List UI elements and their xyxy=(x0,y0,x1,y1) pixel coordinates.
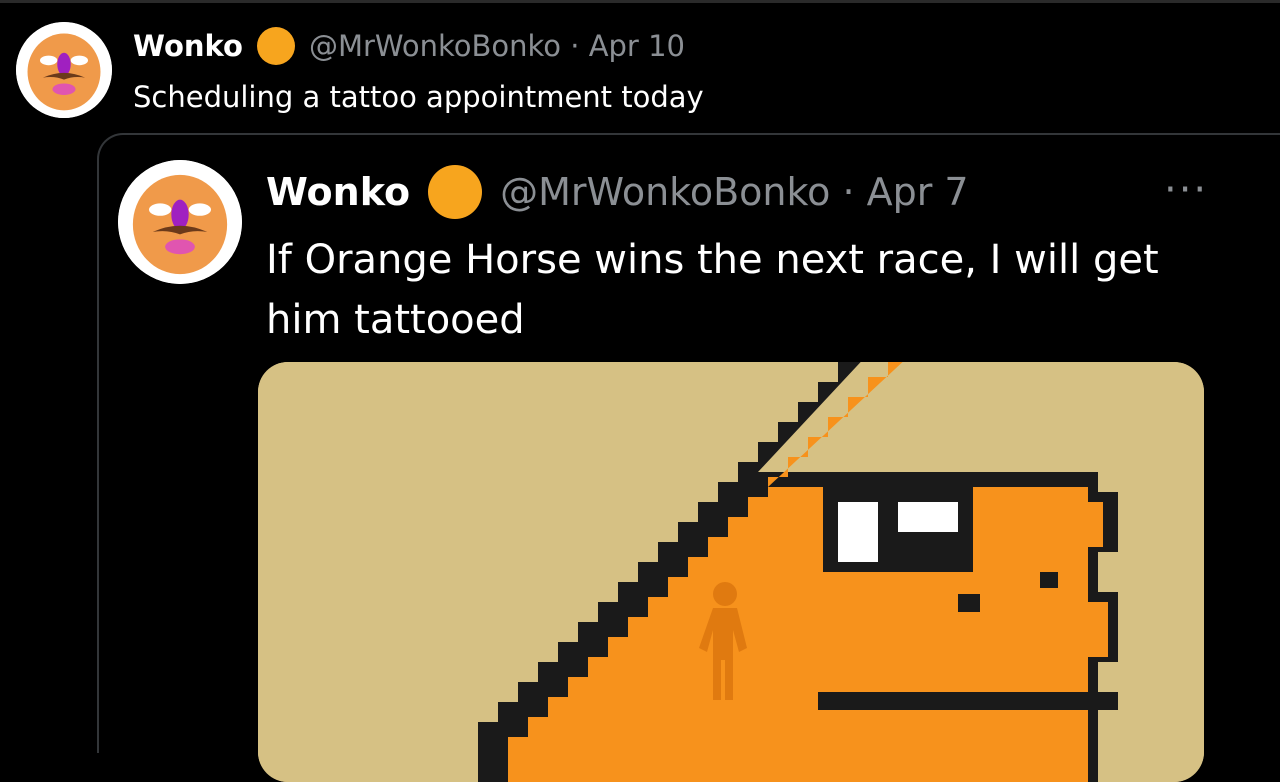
outer-tweet-header: Wonko @MrWonkoBonko · Apr 10 xyxy=(133,26,685,66)
author-name[interactable]: Wonko xyxy=(133,29,243,63)
quoted-tweet-header: Wonko @MrWonkoBonko · Apr 7 xyxy=(266,165,969,219)
verified-badge-icon xyxy=(256,27,295,65)
handle-date[interactable]: @MrWonkoBonko · Apr 7 xyxy=(500,170,969,214)
outer-avatar[interactable] xyxy=(16,22,112,118)
pixel-dinosaur-image xyxy=(258,362,1204,782)
clown-face-avatar-icon xyxy=(16,22,112,118)
verified-badge-icon xyxy=(428,165,483,219)
quoted-tweet-text: If Orange Horse wins the next race, I wi… xyxy=(266,237,1159,343)
tweet-media-image[interactable] xyxy=(258,362,1204,782)
timeline-divider xyxy=(0,0,1280,3)
quoted-avatar[interactable] xyxy=(118,160,242,284)
clown-face-avatar-icon xyxy=(118,160,242,284)
more-options-icon[interactable]: ··· xyxy=(1164,170,1208,210)
tweet-text: Scheduling a tattoo appointment today xyxy=(133,80,704,114)
author-name[interactable]: Wonko xyxy=(266,170,410,214)
handle-date[interactable]: @MrWonkoBonko · Apr 10 xyxy=(309,29,685,63)
